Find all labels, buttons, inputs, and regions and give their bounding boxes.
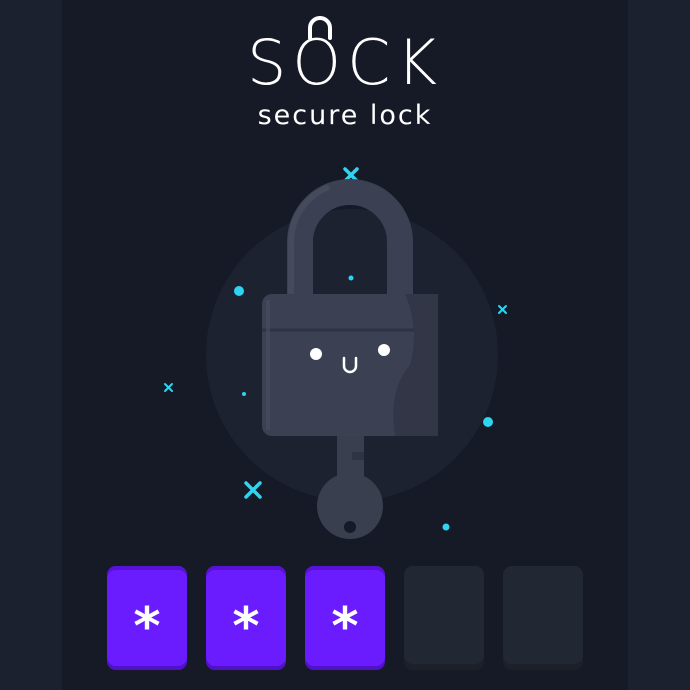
lock-eye-right bbox=[378, 344, 390, 356]
lock-eye-left bbox=[310, 348, 322, 360]
pin-digit-mask: * bbox=[331, 597, 359, 657]
pin-entry: * * * bbox=[107, 566, 583, 670]
pin-digit-mask: * bbox=[133, 597, 161, 657]
pin-digit-box[interactable]: * bbox=[206, 566, 286, 670]
pin-digit-box[interactable] bbox=[503, 566, 583, 670]
pin-digit-box[interactable] bbox=[404, 566, 484, 670]
pin-digit-mask: * bbox=[232, 597, 260, 657]
pin-digit-box[interactable]: * bbox=[107, 566, 187, 670]
sparkle-icon bbox=[244, 481, 262, 499]
sparkle-dot bbox=[483, 417, 493, 427]
pin-digit-box[interactable]: * bbox=[305, 566, 385, 670]
sparkle-icon bbox=[498, 305, 507, 314]
sparkle-dot bbox=[348, 275, 354, 281]
sparkle-dot bbox=[442, 523, 450, 531]
sparkle-dot bbox=[234, 286, 244, 296]
sparkle-dot bbox=[242, 392, 246, 396]
sparkle-icon bbox=[164, 383, 173, 392]
